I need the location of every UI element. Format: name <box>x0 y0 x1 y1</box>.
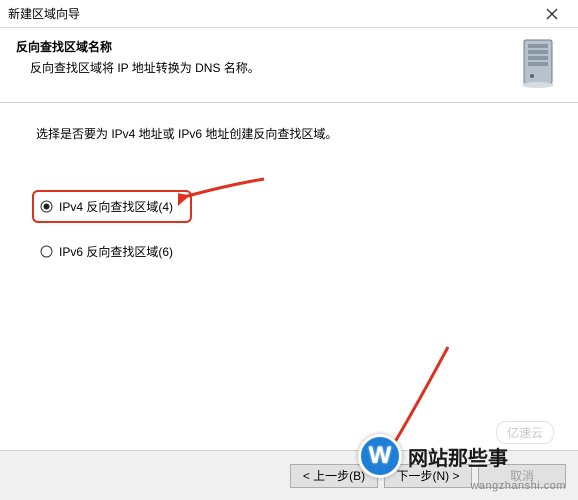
close-icon <box>546 8 558 20</box>
radio-icon-unselected <box>40 245 53 258</box>
overlay-logo: W 网站那些事 <box>358 434 538 478</box>
titlebar: 新建区域向导 <box>0 0 578 28</box>
overlay-logo-circle: W <box>358 434 402 478</box>
radio-ipv6[interactable]: IPv6 反向查找区域(6) <box>38 241 542 262</box>
overlay-sub-text: wangzhanshi.com <box>470 480 566 492</box>
wizard-header: 反向查找区域名称 反向查找区域将 IP 地址转换为 DNS 名称。 <box>0 28 578 103</box>
header-description: 反向查找区域将 IP 地址转换为 DNS 名称。 <box>16 59 510 76</box>
window-title: 新建区域向导 <box>8 5 532 22</box>
server-icon <box>518 38 562 90</box>
radio-ipv4[interactable]: IPv4 反向查找区域(4) <box>32 190 192 223</box>
close-button[interactable] <box>532 2 572 26</box>
wizard-body: 选择是否要为 IPv4 地址或 IPv6 地址创建反向查找区域。 IPv4 反向… <box>0 103 578 459</box>
instruction-text: 选择是否要为 IPv4 地址或 IPv6 地址创建反向查找区域。 <box>36 125 542 142</box>
header-title: 反向查找区域名称 <box>16 38 510 55</box>
overlay-logo-text: 网站那些事 <box>408 442 508 471</box>
radio-icon-selected <box>40 200 53 213</box>
radio-ipv4-label: IPv4 反向查找区域(4) <box>59 198 173 215</box>
radio-ipv6-label: IPv6 反向查找区域(6) <box>59 243 173 260</box>
